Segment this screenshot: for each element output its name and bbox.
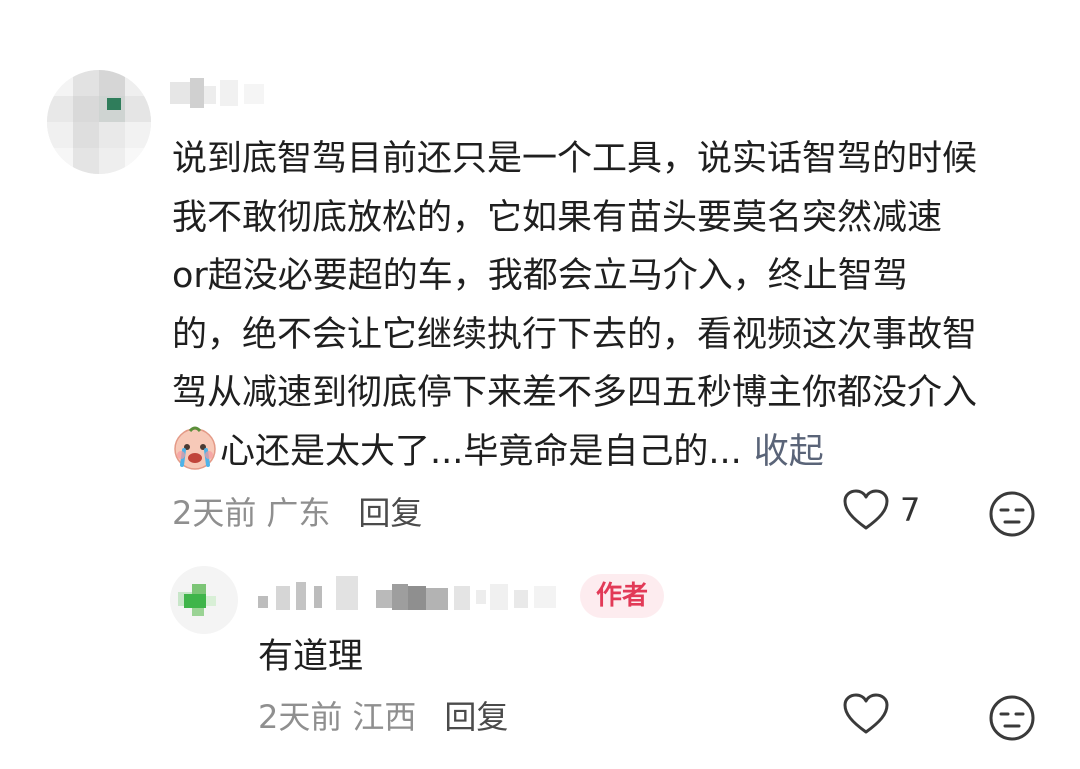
- comment-line: or超没必要超的车，我都会立马介入，终止智驾: [172, 256, 908, 296]
- reply-like-button[interactable]: [842, 692, 890, 736]
- comment-time: 2天前: [172, 494, 257, 532]
- comment-line: 我不敢彻底放松的，它如果有苗头要莫名突然减速: [172, 197, 943, 238]
- collapse-link[interactable]: 收起: [754, 432, 824, 472]
- reply-time: 2天前: [258, 698, 343, 736]
- reply-username-blurred[interactable]: [258, 570, 570, 620]
- comment-meta: 2天前 广东 回复: [172, 488, 422, 534]
- crying-face-icon: [172, 425, 218, 471]
- neutral-face-icon: [989, 491, 1035, 537]
- reply-dislike-button[interactable]: [988, 694, 1036, 742]
- heart-icon: [843, 693, 889, 734]
- comment-line: 说到底智驾目前还只是一个工具，说实话智驾的时候: [172, 139, 978, 179]
- comment-text: 说到底智驾目前还只是一个工具，说实话智驾的时候 我不敢彻底放松的，它如果有苗头要…: [172, 130, 1052, 481]
- reply-text: 有道理: [258, 637, 364, 677]
- author-badge: 作者: [580, 574, 664, 618]
- comment-last-text: 心还是太大了...毕竟命是自己的...: [220, 431, 742, 472]
- reply-region: 江西: [352, 698, 417, 736]
- comment-line: 驾从减速到彻底停下来差不多四五秒博主你都没介入: [172, 373, 978, 413]
- comment-line: 的，绝不会让它继续执行下去的，看视频这次事故智: [172, 314, 978, 355]
- reply-button[interactable]: 回复: [358, 488, 422, 534]
- comment-last-line: 心还是太大了...毕竟命是自己的... 收起: [172, 423, 1052, 482]
- heart-icon: [843, 489, 889, 530]
- like-button[interactable]: 7: [842, 488, 920, 532]
- username-blurred[interactable]: [170, 74, 290, 114]
- like-count: 7: [900, 491, 921, 529]
- avatar[interactable]: [47, 70, 151, 174]
- comment-region: 广东: [266, 494, 331, 532]
- reply-reply-button[interactable]: 回复: [444, 692, 508, 738]
- reply-meta: 2天前 江西 回复: [258, 692, 508, 738]
- reply-avatar[interactable]: [170, 566, 238, 634]
- dislike-button[interactable]: [988, 490, 1036, 538]
- neutral-face-icon: [989, 695, 1035, 741]
